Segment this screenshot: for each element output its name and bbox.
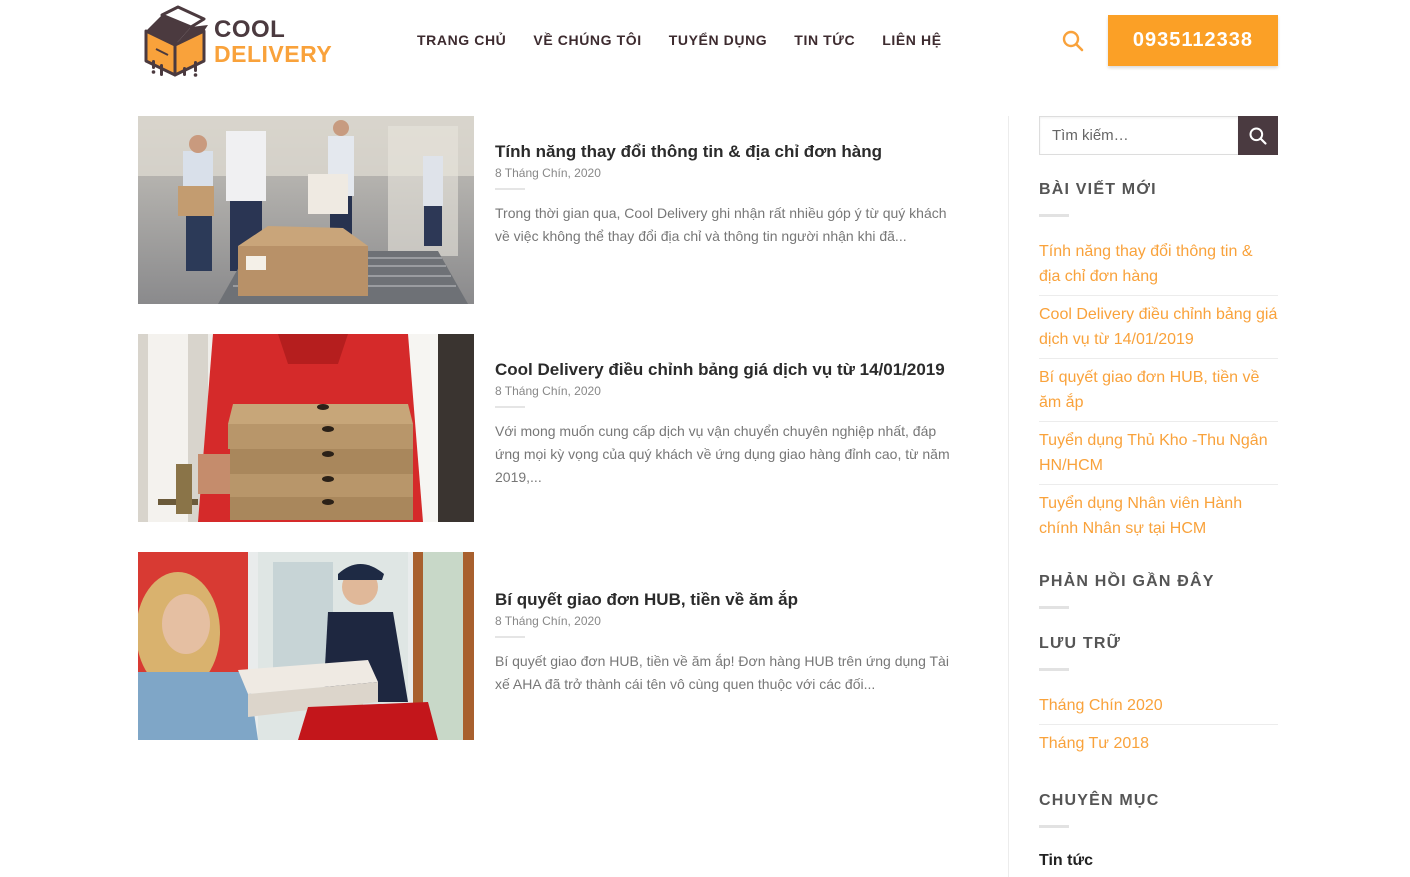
post-item: Cool Delivery điều chỉnh bảng giá dịch v…	[138, 334, 968, 522]
post-excerpt: Với mong muốn cung cấp dịch vụ vận chuyể…	[495, 423, 950, 485]
nav-item-trang-chu[interactable]: TRANG CHỦ	[417, 32, 506, 48]
recent-post-link[interactable]: Cool Delivery điều chỉnh bảng giá dịch v…	[1039, 296, 1278, 359]
post-content: Tính năng thay đổi thông tin & địa chỉ đ…	[495, 116, 955, 248]
archive-widget: LƯU TRỮ Tháng Chín 2020 Tháng Tư 2018	[1039, 635, 1278, 762]
recent-comments-widget: PHẢN HỒI GẦN ĐÂY	[1039, 573, 1278, 609]
logo-line-cool: COOL	[214, 16, 286, 43]
nav-item-lien-he[interactable]: LIÊN HỆ	[882, 32, 941, 48]
post-date: 8 Tháng Chín, 2020	[495, 614, 601, 628]
recent-posts-title: BÀI VIẾT MỚI	[1039, 181, 1157, 198]
recent-post-link[interactable]: Bí quyết giao đơn HUB, tiền về ăm ắp	[1039, 359, 1278, 422]
post-divider	[495, 188, 525, 190]
archive-link[interactable]: Tháng Tư 2018	[1039, 725, 1278, 762]
archive-title: LƯU TRỮ	[1039, 635, 1122, 652]
logo-wordmark: COOL DELIVERY	[214, 18, 332, 66]
sidebar-search-button[interactable]	[1238, 116, 1278, 155]
nav-item-ve-chung-toi[interactable]: VỀ CHÚNG TÔI	[533, 32, 641, 48]
header-search-icon[interactable]	[1061, 29, 1085, 53]
post-date: 8 Tháng Chín, 2020	[495, 384, 601, 398]
categories-title: CHUYÊN MỤC	[1039, 792, 1160, 809]
post-item: Bí quyết giao đơn HUB, tiền về ăm ắp 8 T…	[138, 552, 968, 740]
post-title[interactable]: Tính năng thay đổi thông tin & địa chỉ đ…	[495, 141, 955, 163]
sidebar-search	[1039, 116, 1278, 155]
post-excerpt: Trong thời gian qua, Cool Delivery ghi n…	[495, 205, 947, 244]
widget-divider	[1039, 606, 1069, 609]
post-excerpt: Bí quyết giao đơn HUB, tiền về ăm ắp! Đơ…	[495, 653, 949, 692]
categories-list: Tin tức	[1039, 852, 1278, 870]
logo-line-delivery: DELIVERY	[214, 41, 333, 67]
post-content: Cool Delivery điều chỉnh bảng giá dịch v…	[495, 334, 955, 489]
nav-item-tuyen-dung[interactable]: TUYỂN DỤNG	[669, 32, 768, 48]
sidebar: BÀI VIẾT MỚI Tính năng thay đổi thông ti…	[1039, 116, 1278, 870]
post-thumbnail[interactable]	[138, 116, 474, 304]
recent-posts-widget: BÀI VIẾT MỚI Tính năng thay đổi thông ti…	[1039, 181, 1278, 547]
site-header: COOL DELIVERY TRANG CHỦ VỀ CHÚNG TÔI TUY…	[0, 0, 1410, 90]
widget-divider	[1039, 214, 1069, 217]
post-divider	[495, 636, 525, 638]
post-divider	[495, 406, 525, 408]
categories-widget: CHUYÊN MỤC Tin tức	[1039, 792, 1278, 870]
category-link[interactable]: Tin tức	[1039, 852, 1278, 870]
sidebar-divider	[1008, 116, 1009, 877]
main-nav: TRANG CHỦ VỀ CHÚNG TÔI TUYỂN DỤNG TIN TỨ…	[417, 32, 969, 48]
nav-item-tin-tuc[interactable]: TIN TỨC	[794, 32, 855, 48]
post-date: 8 Tháng Chín, 2020	[495, 166, 601, 180]
post-thumbnail[interactable]	[138, 552, 474, 740]
search-icon	[1249, 127, 1267, 145]
recent-post-link[interactable]: Tính năng thay đổi thông tin & địa chỉ đ…	[1039, 233, 1278, 296]
widget-divider	[1039, 825, 1069, 828]
post-item: Tính năng thay đổi thông tin & địa chỉ đ…	[138, 116, 968, 304]
recent-posts-list: Tính năng thay đổi thông tin & địa chỉ đ…	[1039, 233, 1278, 547]
site-logo[interactable]: COOL DELIVERY	[138, 4, 332, 80]
sidebar-search-input[interactable]	[1039, 116, 1239, 155]
post-title[interactable]: Cool Delivery điều chỉnh bảng giá dịch v…	[495, 359, 955, 381]
archive-list: Tháng Chín 2020 Tháng Tư 2018	[1039, 687, 1278, 762]
post-content: Bí quyết giao đơn HUB, tiền về ăm ắp 8 T…	[495, 552, 955, 696]
phone-button[interactable]: 0935112338	[1108, 15, 1278, 66]
post-title[interactable]: Bí quyết giao đơn HUB, tiền về ăm ắp	[495, 589, 955, 611]
widget-divider	[1039, 668, 1069, 671]
box-logo-icon	[144, 5, 208, 77]
recent-post-link[interactable]: Tuyển dụng Nhân viên Hành chính Nhân sự …	[1039, 485, 1278, 547]
post-thumbnail[interactable]	[138, 334, 474, 522]
archive-link[interactable]: Tháng Chín 2020	[1039, 687, 1278, 725]
recent-post-link[interactable]: Tuyển dụng Thủ Kho -Thu Ngân HN/HCM	[1039, 422, 1278, 485]
recent-comments-title: PHẢN HỒI GẦN ĐÂY	[1039, 573, 1215, 590]
